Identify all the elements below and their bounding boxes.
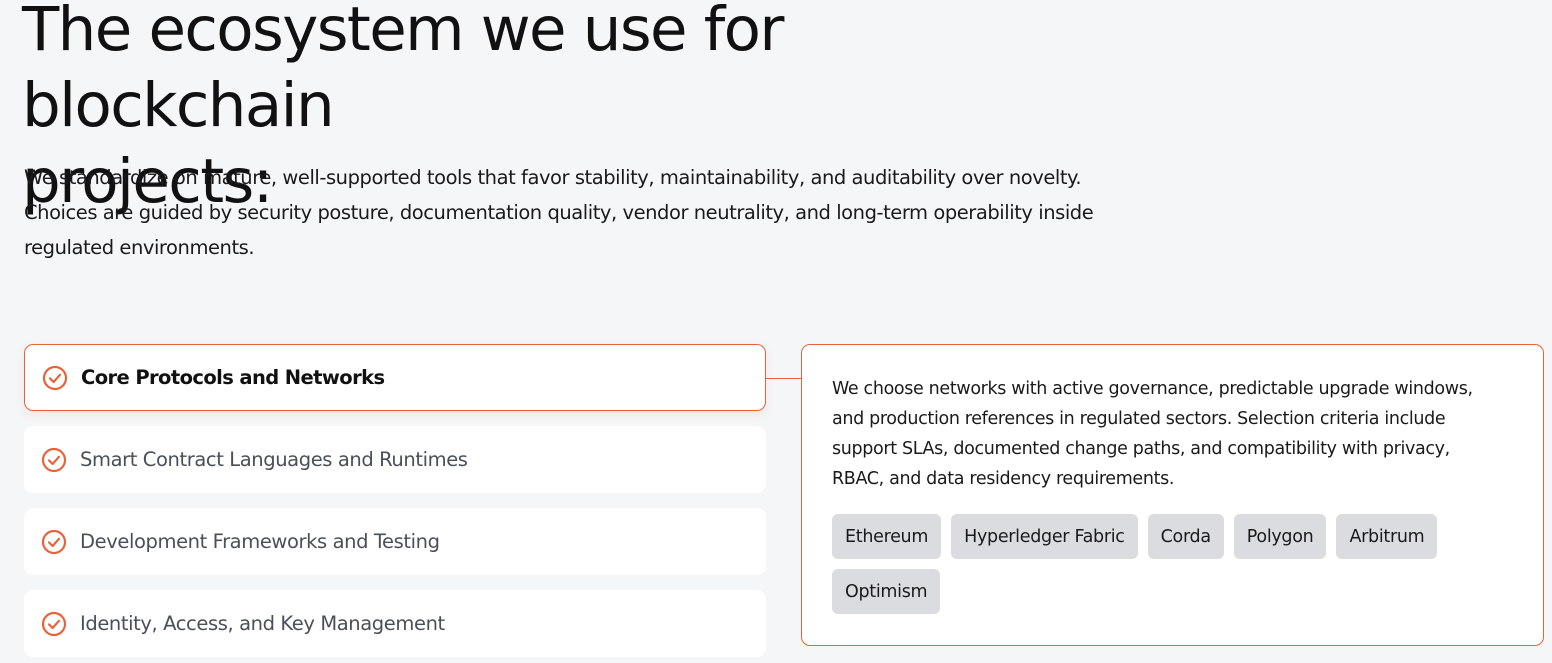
check-circle-icon [41, 529, 67, 555]
accordion-item-label: Development Frameworks and Testing [80, 530, 440, 553]
accordion-item-label: Smart Contract Languages and Runtimes [80, 448, 468, 471]
detail-line: support SLAs, documented change paths, a… [832, 439, 1450, 459]
detail-line: and production references in regulated s… [832, 409, 1446, 429]
intro-line-2: Choices are guided by security posture, … [24, 201, 1094, 224]
detail-line: We choose networks with active governanc… [832, 379, 1473, 399]
tag-corda: Corda [1147, 514, 1224, 559]
accordion-item-label: Core Protocols and Networks [81, 366, 385, 389]
accordion-item-label: Identity, Access, and Key Management [80, 612, 445, 635]
tag-optimism: Optimism [832, 569, 941, 614]
check-circle-icon [42, 365, 68, 391]
detail-line: RBAC, and data residency requirements. [832, 469, 1175, 489]
intro-paragraph: We standardize on mature, well-supported… [24, 160, 1164, 265]
intro-line-3: regulated environments. [24, 236, 255, 259]
tag-hyperledger-fabric: Hyperledger Fabric [951, 514, 1138, 559]
check-circle-icon [41, 611, 67, 637]
page-title-line-1: The ecosystem we use for blockchain [22, 0, 784, 141]
detail-description: We choose networks with active governanc… [832, 374, 1512, 494]
tag-polygon: Polygon [1233, 514, 1327, 559]
detail-panel: We choose networks with active governanc… [801, 344, 1544, 646]
accordion-item-core-protocols[interactable]: Core Protocols and Networks [24, 344, 766, 411]
category-accordion: Core Protocols and Networks Smart Contra… [24, 344, 766, 663]
tag-ethereum: Ethereum [832, 514, 942, 559]
tag-arbitrum: Arbitrum [1336, 514, 1438, 559]
accordion-item-dev-frameworks[interactable]: Development Frameworks and Testing [24, 508, 766, 575]
intro-line-1: We standardize on mature, well-supported… [24, 166, 1082, 189]
accordion-item-smart-contract-languages[interactable]: Smart Contract Languages and Runtimes [24, 426, 766, 493]
check-circle-icon [41, 447, 67, 473]
connector-line [766, 378, 802, 379]
accordion-item-identity-access[interactable]: Identity, Access, and Key Management [24, 590, 766, 657]
page: The ecosystem we use for blockchain proj… [0, 0, 1552, 663]
tag-list: Ethereum Hyperledger Fabric Corda Polygo… [832, 514, 1512, 614]
